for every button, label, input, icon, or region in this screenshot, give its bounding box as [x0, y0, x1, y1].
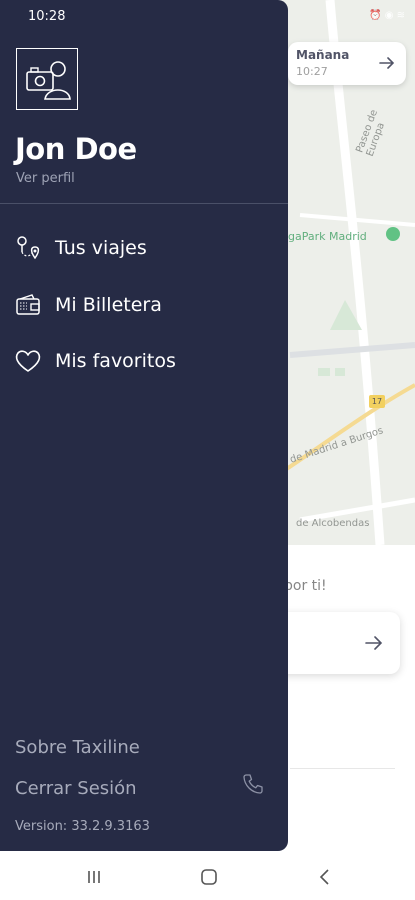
- route-pin-icon: [17, 236, 40, 260]
- heart-icon: [15, 350, 41, 372]
- menu-item-favorites[interactable]: Mis favoritos: [12, 344, 272, 378]
- status-time: 10:28: [28, 9, 66, 24]
- back-icon[interactable]: [315, 867, 335, 887]
- menu-item-label: Mi Billetera: [55, 294, 162, 316]
- divider: [0, 203, 288, 204]
- menu-item-label: Mis favoritos: [55, 350, 176, 372]
- home-icon[interactable]: [199, 867, 219, 887]
- view-profile-link[interactable]: Ver perfil: [16, 171, 75, 186]
- menu-item-trips[interactable]: Tus viajes: [12, 231, 272, 265]
- app-screen: gaPark Madrid Paseo de Europa de Madrid …: [0, 0, 415, 853]
- wallet-icon: [16, 294, 40, 315]
- logout-link[interactable]: Cerrar Sesión: [15, 778, 137, 799]
- user-name: Jon Doe: [15, 132, 137, 166]
- navigation-drawer: 10:28 Jon Doe Ver perfil Tus viajes Mi B…: [0, 0, 288, 851]
- menu-item-wallet[interactable]: Mi Billetera: [12, 288, 272, 322]
- system-navigation-bar: [0, 853, 415, 900]
- phone-icon[interactable]: [241, 772, 265, 796]
- recent-apps-icon[interactable]: [84, 867, 104, 887]
- about-link[interactable]: Sobre Taxiline: [15, 737, 140, 758]
- user-photo-icon: [26, 61, 71, 100]
- avatar[interactable]: [16, 48, 78, 110]
- app-version: Version: 33.2.9.3163: [15, 819, 150, 834]
- menu-item-label: Tus viajes: [55, 237, 147, 259]
